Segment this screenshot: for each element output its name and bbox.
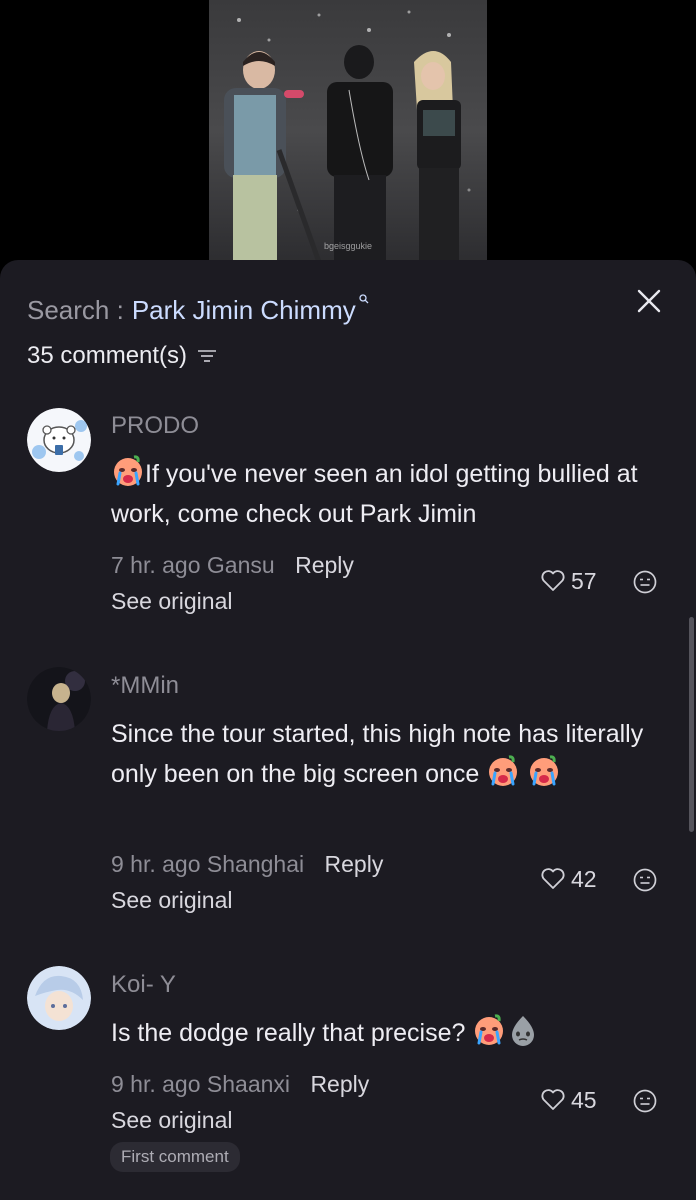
heart-icon xyxy=(541,570,565,591)
comment-time: 7 hr. ago xyxy=(111,552,201,578)
comments-count-row: 35 comment(s) xyxy=(27,338,217,374)
see-original-link[interactable]: See original xyxy=(111,586,232,616)
like-count: 57 xyxy=(571,567,597,594)
reply-button[interactable]: Reply xyxy=(310,1071,369,1097)
comment-meta: 9 hr. ago Shaanxi Reply xyxy=(111,1069,369,1099)
like-count: 45 xyxy=(571,1086,597,1113)
search-query-link[interactable]: Park Jimin Chimmy xyxy=(132,290,356,330)
concert-photo xyxy=(224,10,471,262)
comment-username[interactable]: PRODO xyxy=(111,411,199,441)
crying-face-emoji xyxy=(475,1014,504,1045)
comment-body: If you've never seen an idol getting bul… xyxy=(111,460,638,528)
search-prefix-label: Search : xyxy=(27,295,124,325)
crying-face-emoji xyxy=(114,455,142,486)
comment-body: Is the dodge really that precise? xyxy=(111,1019,466,1047)
crying-face-emoji xyxy=(489,755,518,786)
first-comment-badge: First comment xyxy=(110,1142,240,1172)
comment-time: 9 hr. ago xyxy=(111,1071,201,1097)
avatar[interactable] xyxy=(27,408,91,472)
see-original-link[interactable]: See original xyxy=(111,1105,232,1135)
comment-text: If you've never seen an idol getting bul… xyxy=(111,454,656,534)
dislike-face-icon[interactable] xyxy=(632,569,658,595)
sort-icon[interactable] xyxy=(197,348,217,364)
video-thumbnail[interactable]: bgeisggukie xyxy=(209,0,487,262)
comment-username[interactable]: *MMin xyxy=(111,671,179,701)
sweat-drop-emoji xyxy=(512,1016,535,1046)
comments-count: 35 comment(s) xyxy=(27,342,188,369)
comment-location: Shaanxi xyxy=(206,1071,291,1097)
search-icon xyxy=(359,294,369,304)
comment-location: Shanghai xyxy=(206,851,305,877)
comment-meta: 9 hr. ago Shanghai Reply xyxy=(111,849,383,879)
heart-icon xyxy=(541,868,565,889)
dislike-face-icon[interactable] xyxy=(632,1088,658,1114)
reply-button[interactable]: Reply xyxy=(325,851,384,877)
like-button[interactable]: 45 xyxy=(540,1085,597,1115)
comment-username[interactable]: Koi- Y xyxy=(111,970,176,1000)
comment-text: Since the tour started, this high note h… xyxy=(111,714,656,794)
like-count: 42 xyxy=(571,865,597,892)
reply-button[interactable]: Reply xyxy=(295,552,354,578)
video-watermark: bgeisggukie xyxy=(323,241,373,251)
scrollbar[interactable] xyxy=(689,617,694,832)
like-button[interactable]: 57 xyxy=(540,566,597,596)
dislike-face-icon[interactable] xyxy=(632,867,658,893)
avatar[interactable] xyxy=(27,966,91,1030)
comment-body: Since the tour started, this high note h… xyxy=(111,720,644,788)
crying-face-emoji xyxy=(530,755,559,786)
avatar[interactable] xyxy=(27,667,91,731)
comment-text: Is the dodge really that precise? xyxy=(111,1013,656,1053)
search-suggestion[interactable]: Search : Park Jimin Chimmy xyxy=(27,290,369,330)
close-icon[interactable] xyxy=(634,286,664,316)
like-button[interactable]: 42 xyxy=(540,864,597,894)
comment-time: 9 hr. ago xyxy=(111,851,201,877)
comment-meta: 7 hr. ago Gansu Reply xyxy=(111,550,354,580)
heart-icon xyxy=(541,1089,565,1110)
comments-sheet: Search : Park Jimin Chimmy 35 comment(s) xyxy=(0,260,696,1200)
see-original-link[interactable]: See original xyxy=(111,885,232,915)
comment-location: Gansu xyxy=(206,552,275,578)
